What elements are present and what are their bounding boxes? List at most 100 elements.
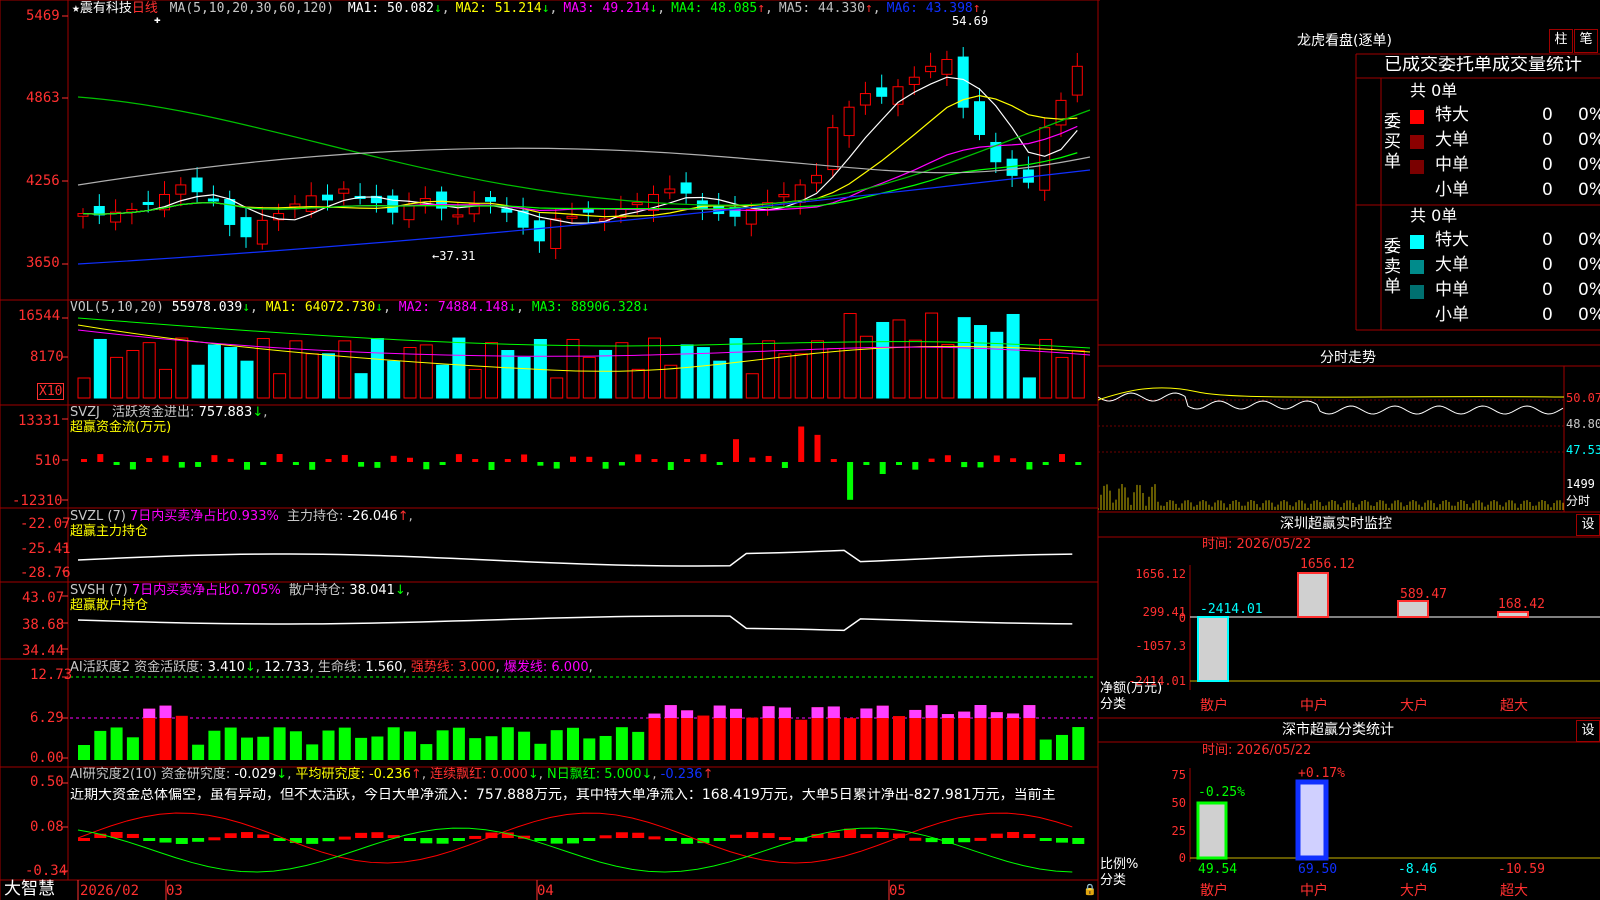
svzl-axis-1: -22.07 [20,516,71,532]
ai1-bar [224,727,237,760]
volume-bar [631,368,645,399]
ma-arrow-1: ↓ [433,1,442,16]
ai1-bar [289,731,302,760]
volume-bar [387,360,401,399]
svsh-ratio: 7日内买卖净占比0.705% [131,583,281,598]
ma-values: MA1: 50.082↓, MA2: 51.214↓, MA3: 49.214↓, M… [347,1,989,16]
sell-rows-name: 中单 [1435,280,1469,300]
monitor-bar-0 [1197,616,1229,682]
volume-bar [354,373,368,399]
svzj-bar [781,462,788,468]
svzl-arrow: ↑ [397,509,409,524]
svzl-title: SVZL (7) [70,509,126,524]
ai2-header: AI研究度2(10) 资金研究度: -0.029↓, 平均研究度: -0.236… [70,767,714,782]
volume-bar [338,340,352,399]
volume-bar [240,360,254,399]
svzj-bar [863,462,870,465]
vol-unit[interactable]: X10 [37,383,65,400]
ai2-bar [778,837,791,841]
svzj-bar [570,456,576,462]
ai1-bar [387,727,400,760]
ai1-bar [192,744,205,760]
ai1-life-label: 生命线: [317,660,362,675]
ai1-bar-top [664,705,677,718]
vol-ma3: MA3: 88906.328 [531,300,642,315]
monitor-settings-button[interactable]: 设 [1576,514,1600,536]
ai2-bar [1056,838,1068,843]
ai2-bar [420,838,433,844]
ai2-bar [371,832,384,838]
ma-arrow-4: ↑ [757,1,766,16]
candle-body [566,215,578,219]
svzj-title: SVZJ [70,405,100,420]
ai1-title: AI活跃度2 [70,660,130,675]
brand-logo[interactable]: 大智慧 [4,881,55,898]
svzj-bar [684,459,691,462]
sell-rows-swatch [1410,285,1424,299]
buy-rows-swatch [1410,110,1424,124]
svzj-bar [1042,462,1049,465]
ma-value-2: MA2: 51.214 [455,1,542,16]
ai1-bar [241,737,253,760]
svzj-axis-2: 510 [35,453,61,469]
candle-body [175,184,187,195]
ai1-bar [273,727,286,760]
ai2-bar [1072,838,1085,844]
ai2-comment: 近期大资金总体偏空，虽有异动，但不太活跃，今日大单净流入：757.888万元，其… [70,788,1056,802]
monitor-time: 时间: 2026/05/22 [1202,537,1312,552]
svzj-axis-3: -12310 [12,493,63,509]
ai1-bar-top [876,705,889,718]
right-panels: 1656.12299.410-1057.3-2414.01-2414.01165… [1098,53,1600,899]
volume-bar [191,364,205,399]
svzj-bar [309,462,316,470]
volume-bar [126,349,140,399]
ai1-bar [338,727,351,760]
ai2-bar [909,837,922,841]
volume-bar [207,344,221,399]
lock-icon[interactable]: 🔒 [1083,884,1097,895]
fenshi-avg-line [1098,387,1565,401]
candle-body [974,101,985,135]
svzj-bar [178,462,185,468]
ai1-bar [355,737,368,760]
ai2-axis-2: 0.08 [30,819,64,835]
ai2-bar [126,833,139,838]
sell-rows-swatch [1410,235,1424,249]
ai2-bar [567,838,579,844]
buy-rows-p: 0% [1578,180,1600,200]
candle-body [664,188,676,194]
fenshi-vol-axis: 1499 [1566,477,1595,491]
ai2-bar [762,833,775,838]
kline-chart-area[interactable] [0,0,1100,900]
svzj-bar [358,462,365,467]
candle-body [452,214,464,218]
volume-bar [941,343,955,399]
tick-view-button[interactable]: 笔 [1574,29,1598,53]
classify-settings-button[interactable]: 设 [1576,720,1600,742]
ai2-axis-3: -0.34 [25,863,68,879]
ai2-bar [241,832,253,838]
buy-rows-n: 0 [1542,105,1553,125]
longhu-tabs[interactable]: 已成交委托单成交量统计 [1384,56,1600,74]
ai2-bar [664,838,677,842]
ai1-strong-value: 3.000 [458,660,496,675]
sell-rows-p: 0% [1578,305,1600,325]
svsh-subtitle: 超赢散户持仓 [70,598,149,613]
ai2-nred-value: 5.000 [604,767,642,782]
classify-bottom-1: 69.50 [1298,862,1337,877]
svzj-bar [423,462,430,470]
stock-name[interactable]: ★震有科技 [72,1,132,16]
candle-body [485,197,496,202]
svzj-bar [276,454,283,462]
bar-view-button[interactable]: 柱 [1549,29,1573,53]
ai1-v2: 12.733 [264,660,310,675]
svzj-bar [488,462,495,470]
svzj-bar [129,462,136,470]
candle-body [403,204,415,221]
buy-rows-p: 0% [1578,130,1600,150]
ai2-bar [713,838,726,841]
ai1-bar [941,714,954,760]
ai1-bar [126,737,139,760]
ai1-bar [958,711,971,760]
sell-rows-n: 0 [1542,230,1553,250]
